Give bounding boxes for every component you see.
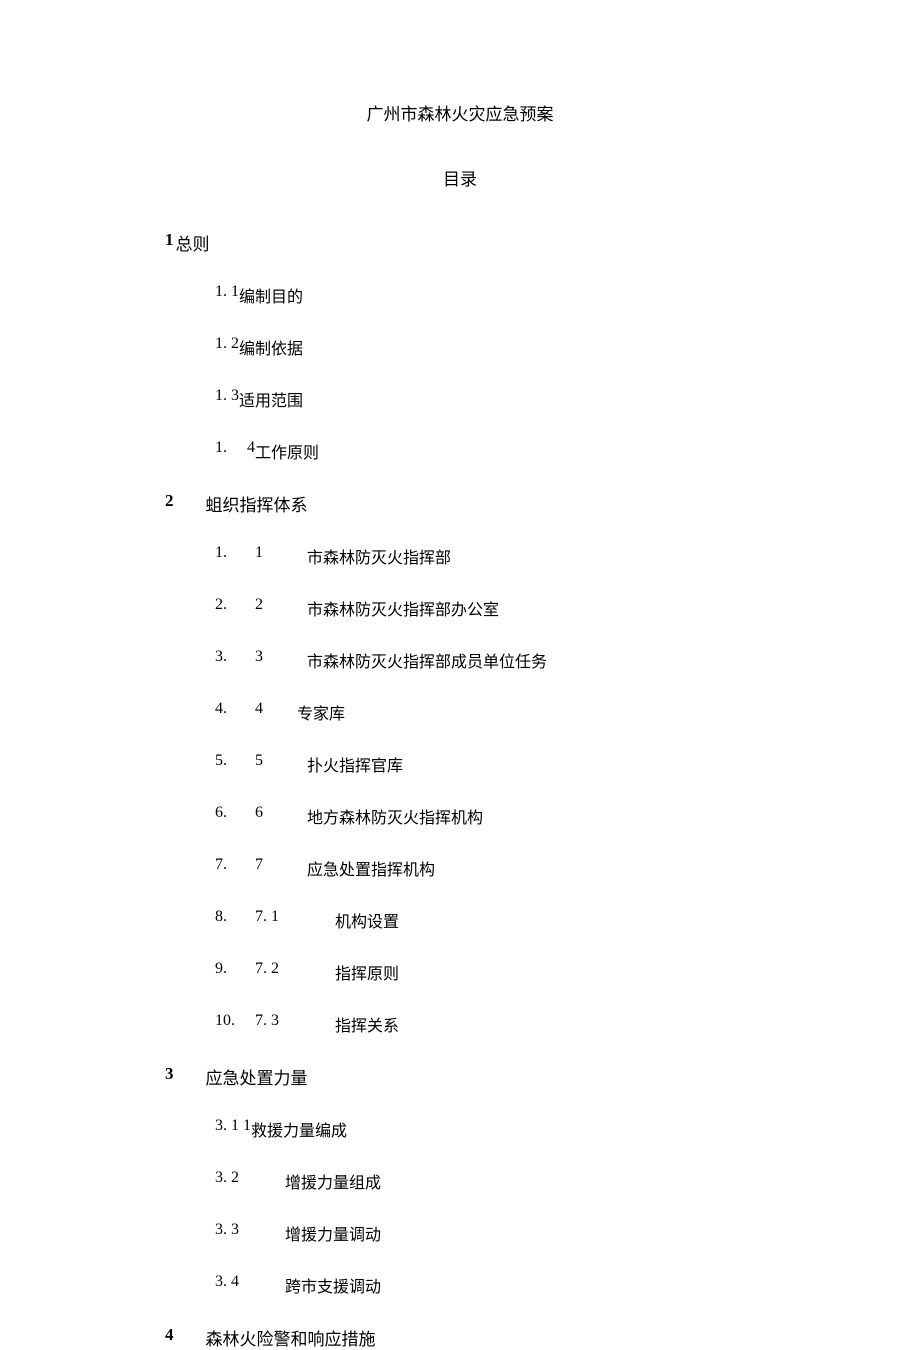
item-index: 1. 1 (215, 283, 239, 307)
section-1-title: 总则 (176, 230, 210, 255)
section-3-heading: 3 应急处置力量 (165, 1064, 755, 1089)
item-sub: 4 (247, 439, 255, 463)
item-sub: 6 (255, 804, 297, 828)
toc-item: 2. 2 市森林防灭火指挥部办公室 (215, 596, 755, 620)
item-index: 8. (215, 908, 255, 932)
item-sub: 1 (255, 544, 297, 568)
item-index: 2. (215, 596, 255, 620)
section-3-title: 应急处置力量 (206, 1064, 308, 1089)
toc-item: 8. 7. 1 机构设置 (215, 908, 755, 932)
item-sub: 7. 3 (255, 1012, 325, 1036)
toc-label: 目录 (165, 165, 755, 190)
item-sub: 4 (255, 700, 297, 724)
item-text: 市森林防灭火指挥部 (307, 544, 451, 568)
item-sub: 7. 2 (255, 960, 325, 984)
item-index: 6. (215, 804, 255, 828)
toc-item: 3. 4 跨市支援调动 (215, 1273, 755, 1297)
toc-item: 9. 7. 2 指挥原则 (215, 960, 755, 984)
item-text: 编制依据 (239, 335, 303, 359)
item-text: 指挥原则 (335, 960, 399, 984)
item-text: 适用范围 (239, 387, 303, 411)
section-4-title: 森林火险警和响应措施 (206, 1325, 376, 1350)
item-sub: 7. 1 (255, 908, 325, 932)
section-1-heading: 1 总则 (165, 230, 755, 255)
section-4-heading: 4 森林火险警和响应措施 (165, 1325, 755, 1350)
toc-item: 6. 6 地方森林防灭火指挥机构 (215, 804, 755, 828)
toc-item: 7. 7 应急处置指挥机构 (215, 856, 755, 880)
item-index: 3. (215, 648, 255, 672)
item-text: 编制目的 (239, 283, 303, 307)
item-index: 1. (215, 439, 227, 463)
item-index: 7. (215, 856, 255, 880)
section-1-number: 1 (165, 230, 174, 255)
section-4-number: 4 (165, 1325, 174, 1350)
toc-item: 3. 3 市森林防灭火指挥部成员单位任务 (215, 648, 755, 672)
toc-item: 1. 1 市森林防灭火指挥部 (215, 544, 755, 568)
item-index: 1. 3 (215, 387, 239, 411)
toc-item: 1. 3 适用范围 (215, 387, 755, 411)
section-2-number: 2 (165, 491, 174, 516)
item-index: 3. 3 (215, 1221, 275, 1245)
toc-item: 4. 4 专家库 (215, 700, 755, 724)
document-title: 广州市森林火灾应急预案 (165, 100, 755, 125)
item-index: 4. (215, 700, 255, 724)
item-index: 1. 2 (215, 335, 239, 359)
item-text: 救援力量编成 (251, 1117, 347, 1141)
item-sub: 2 (255, 596, 297, 620)
item-text: 应急处置指挥机构 (307, 856, 435, 880)
toc-item: 10. 7. 3 指挥关系 (215, 1012, 755, 1036)
item-text: 增援力量组成 (285, 1169, 381, 1193)
item-sub: 3 (255, 648, 297, 672)
section-2-title: 蛆织指挥体系 (206, 491, 308, 516)
item-index: 3. 2 (215, 1169, 275, 1193)
section-2-heading: 2 蛆织指挥体系 (165, 491, 755, 516)
item-text: 工作原则 (255, 439, 319, 463)
toc-item: 3. 2 增援力量组成 (215, 1169, 755, 1193)
item-text: 扑火指挥官库 (307, 752, 403, 776)
item-text: 地方森林防灭火指挥机构 (307, 804, 483, 828)
item-index: 5. (215, 752, 255, 776)
item-index: 9. (215, 960, 255, 984)
toc-item: 3. 1 1 救援力量编成 (215, 1117, 755, 1141)
item-text: 机构设置 (335, 908, 399, 932)
toc-item: 1. 1 编制目的 (215, 283, 755, 307)
item-index: 10. (215, 1012, 255, 1036)
item-text: 市森林防灭火指挥部成员单位任务 (307, 648, 547, 672)
item-text: 增援力量调动 (285, 1221, 381, 1245)
item-index: 3. 4 (215, 1273, 275, 1297)
toc-item: 3. 3 增援力量调动 (215, 1221, 755, 1245)
item-text: 专家库 (297, 700, 345, 724)
item-index: 3. 1 1 (215, 1117, 251, 1141)
toc-item: 5. 5 扑火指挥官库 (215, 752, 755, 776)
item-text: 市森林防灭火指挥部办公室 (307, 596, 499, 620)
item-sub: 7 (255, 856, 297, 880)
item-text: 指挥关系 (335, 1012, 399, 1036)
item-index: 1. (215, 544, 255, 568)
toc-item: 1. 2 编制依据 (215, 335, 755, 359)
toc-item: 1. 4 工作原则 (215, 439, 755, 463)
item-text: 跨市支援调动 (285, 1273, 381, 1297)
section-3-number: 3 (165, 1064, 174, 1089)
item-sub: 5 (255, 752, 297, 776)
